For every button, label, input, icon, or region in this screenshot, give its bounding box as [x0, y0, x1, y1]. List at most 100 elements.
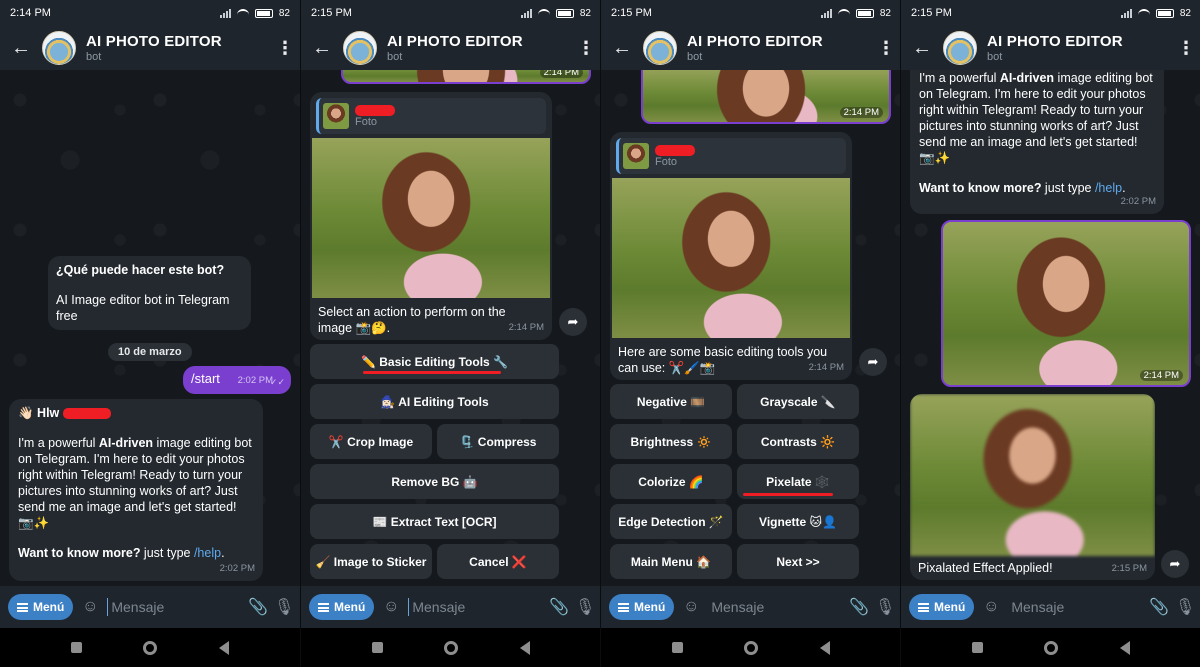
recents-icon[interactable]	[671, 642, 683, 653]
grayscale-button[interactable]: Grayscale 🔪	[737, 384, 859, 419]
bot-photo-message: Foto Here are some basic editing tools y…	[610, 132, 852, 380]
microphone-icon[interactable]: 🎙	[575, 597, 595, 617]
photo-image[interactable]	[312, 138, 550, 298]
bot-avatar[interactable]	[42, 31, 76, 65]
back-arrow-icon[interactable]: ←	[0, 37, 42, 60]
bot-menu-button[interactable]: Menú	[909, 594, 975, 620]
status-time: 2:14 PM	[10, 7, 51, 19]
more-options-icon[interactable]: ⋮	[1171, 38, 1200, 59]
pixelated-photo[interactable]	[910, 394, 1155, 556]
vignette-button[interactable]: Vignette 🐱👤	[737, 504, 859, 539]
signal-icon	[219, 8, 231, 18]
reply-preview[interactable]: Foto	[616, 138, 846, 174]
welcome-message-bubble: 👋🏻 Hlw I'm a powerful AI-driven image ed…	[9, 399, 263, 581]
back-arrow-icon[interactable]: ←	[901, 37, 943, 60]
negative-button[interactable]: Negative 🎞️	[610, 384, 732, 419]
home-icon[interactable]	[444, 640, 459, 655]
recents-icon[interactable]	[971, 642, 983, 653]
chat-title[interactable]: AI PHOTO EDITOR	[387, 33, 571, 50]
microphone-icon[interactable]: 🎙	[274, 597, 294, 617]
reply-subtitle: Foto	[355, 116, 378, 128]
photo-image[interactable]	[612, 178, 850, 338]
signal-icon	[1120, 8, 1132, 18]
hamburger-icon	[618, 602, 629, 612]
chat-title[interactable]: AI PHOTO EDITOR	[86, 33, 270, 50]
bot-menu-button[interactable]: Menú	[8, 594, 74, 620]
chat-area[interactable]: 2:14 PM Foto Here are some basic editing…	[601, 70, 900, 586]
chat-title[interactable]: AI PHOTO EDITOR	[987, 33, 1171, 50]
wifi-icon	[1137, 8, 1150, 18]
sent-photo[interactable]: 2:14 PM	[341, 70, 591, 84]
emoji-icon[interactable]: ☺	[682, 598, 700, 616]
more-options-icon[interactable]: ⋮	[871, 38, 900, 59]
chat-header: ← AI PHOTO EDITOR bot ⋮	[301, 26, 600, 70]
bot-menu-button[interactable]: Menú	[309, 594, 375, 620]
more-options-icon[interactable]: ⋮	[270, 38, 300, 59]
attach-icon[interactable]: 📎	[1149, 597, 1169, 617]
sent-photo[interactable]: 2:14 PM	[641, 70, 891, 124]
message-input[interactable]: Mensaje	[408, 598, 541, 616]
attach-icon[interactable]: 📎	[549, 597, 569, 617]
emoji-icon[interactable]: ☺	[982, 598, 1000, 616]
cancel-button[interactable]: Cancel ❌	[437, 544, 559, 579]
sent-photo[interactable]: 2:14 PM	[941, 220, 1191, 387]
extract-text-button[interactable]: 📰 Extract Text [OCR]	[310, 504, 559, 539]
bot-avatar[interactable]	[343, 31, 377, 65]
remove-bg-button[interactable]: Remove BG 🤖	[310, 464, 559, 499]
result-photo-message: Pixalated Effect Applied! 2:15 PM	[910, 394, 1155, 580]
forward-icon[interactable]: ➦	[859, 348, 887, 376]
forward-icon[interactable]: ➦	[1161, 550, 1189, 578]
back-arrow-icon[interactable]: ←	[301, 37, 343, 60]
bot-menu-button[interactable]: Menú	[609, 594, 675, 620]
more-options-icon[interactable]: ⋮	[571, 38, 600, 59]
ai-editing-tools-button[interactable]: 🧙🏻‍♀️ AI Editing Tools	[310, 384, 559, 419]
help-hint: Want to know more? just type /help.	[919, 181, 1126, 195]
emoji-icon[interactable]: ☺	[81, 598, 99, 616]
compress-button[interactable]: 🗜️ Compress	[437, 424, 559, 459]
chat-area[interactable]: I'm a powerful AI-driven image editing b…	[901, 70, 1200, 586]
forward-icon[interactable]: ➦	[559, 308, 587, 336]
attach-icon[interactable]: 📎	[248, 597, 268, 617]
date-pill: 10 de marzo	[108, 343, 192, 361]
crop-image-button[interactable]: ✂️ Crop Image	[310, 424, 432, 459]
home-icon[interactable]	[1044, 640, 1059, 655]
home-icon[interactable]	[143, 640, 158, 655]
home-icon[interactable]	[744, 640, 759, 655]
chat-area[interactable]: 2:14 PM Foto Select an action to perform…	[301, 70, 600, 586]
recents-icon[interactable]	[70, 642, 82, 653]
microphone-icon[interactable]: 🎙	[1175, 597, 1195, 617]
reply-preview[interactable]: Foto	[316, 98, 546, 134]
back-nav-icon[interactable]	[1120, 640, 1131, 655]
bot-avatar[interactable]	[943, 31, 977, 65]
next-button[interactable]: Next >>	[737, 544, 859, 579]
back-nav-icon[interactable]	[219, 640, 230, 655]
battery-level: 82	[579, 7, 591, 19]
help-link[interactable]: /help	[194, 546, 221, 560]
image-to-sticker-button[interactable]: 🧹 Image to Sticker	[310, 544, 432, 579]
help-link[interactable]: /help	[1095, 181, 1122, 195]
recents-icon[interactable]	[371, 642, 383, 653]
message-input[interactable]: Mensaje	[708, 598, 841, 616]
message-input[interactable]: Mensaje	[107, 598, 240, 616]
edge-detection-button[interactable]: Edge Detection 🪄	[610, 504, 732, 539]
status-time: 2:15 PM	[911, 7, 952, 19]
main-menu-button[interactable]: Main Menu 🏠	[610, 544, 732, 579]
screenshot-strip: 2:14 PM 82 ← AI PHOTO EDITOR bot ⋮ ¿Qué …	[0, 0, 1200, 667]
status-bar: 2:14 PM 82	[0, 0, 300, 26]
system-nav-bar	[301, 628, 600, 667]
chat-title[interactable]: AI PHOTO EDITOR	[687, 33, 871, 50]
contrasts-button[interactable]: Contrasts 🔆	[737, 424, 859, 459]
back-nav-icon[interactable]	[520, 640, 531, 655]
emoji-icon[interactable]: ☺	[382, 598, 400, 616]
colorize-button[interactable]: Colorize 🌈	[610, 464, 732, 499]
message-input[interactable]: Mensaje	[1008, 598, 1141, 616]
microphone-icon[interactable]: 🎙	[875, 597, 895, 617]
brightness-button[interactable]: Brightness 🔅	[610, 424, 732, 459]
back-arrow-icon[interactable]: ←	[601, 37, 643, 60]
signal-icon	[820, 8, 832, 18]
message-time: 2:14 PM	[808, 362, 844, 373]
back-nav-icon[interactable]	[820, 640, 831, 655]
bot-avatar[interactable]	[643, 31, 677, 65]
chat-area[interactable]: ¿Qué puede hacer este bot? AI Image edit…	[0, 70, 300, 586]
attach-icon[interactable]: 📎	[849, 597, 869, 617]
